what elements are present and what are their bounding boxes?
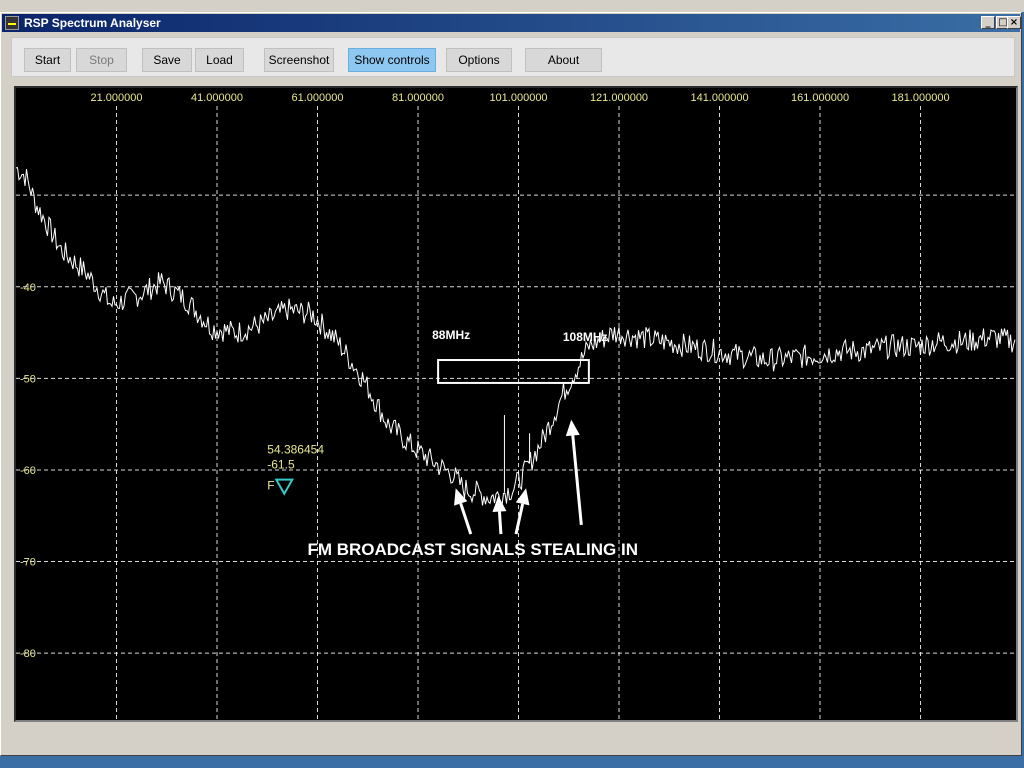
label-108mhz: 108MHz (563, 330, 608, 344)
y-tick-label: -80 (20, 648, 36, 660)
fm-band-box (437, 359, 590, 384)
marker-level: -61.5 (267, 458, 295, 472)
save-button[interactable]: Save (142, 48, 192, 72)
y-tick-label: -60 (20, 465, 36, 477)
x-tick-label: 81.000000 (392, 92, 444, 104)
x-tick-label: 61.000000 (292, 92, 344, 104)
annotation-caption: FM BROADCAST SIGNALS STEALING IN (307, 540, 638, 559)
desktop-taskbar-strip (0, 0, 1024, 12)
app-icon (5, 16, 19, 30)
options-button[interactable]: Options (446, 48, 512, 72)
screenshot-button[interactable]: Screenshot (264, 48, 334, 72)
marker-triangle-icon (274, 478, 294, 496)
spectrum-trace (16, 167, 1016, 507)
x-tick-label: 161.000000 (791, 92, 849, 104)
title-bar[interactable]: RSP Spectrum Analyser _ □ × (2, 14, 1021, 32)
marker-flag: F (267, 479, 274, 493)
annotation-arrowhead (515, 488, 530, 506)
minimize-button[interactable]: _ (981, 16, 995, 29)
annotation-arrow (571, 435, 583, 526)
start-button[interactable]: Start (24, 48, 71, 72)
spectrum-plot[interactable]: 21.000000 41.000000 61.000000 81.000000 101.… (14, 86, 1018, 722)
stop-button[interactable]: Stop (76, 48, 127, 72)
x-tick-label: 101.000000 (489, 92, 547, 104)
x-tick-label: 21.000000 (91, 92, 143, 104)
x-tick-label: 41.000000 (191, 92, 243, 104)
window-title: RSP Spectrum Analyser (24, 16, 161, 30)
show-controls-button[interactable]: Show controls (348, 48, 436, 72)
annotation-arrowhead (565, 419, 580, 437)
y-tick-label: -70 (20, 557, 36, 569)
annotation-arrow (514, 503, 525, 535)
close-button[interactable]: × (1007, 16, 1021, 29)
y-tick-label: -50 (20, 373, 36, 385)
annotation-arrow (497, 511, 503, 535)
annotation-arrowhead (492, 495, 507, 513)
status-bar (2, 724, 1020, 754)
label-88mhz: 88MHz (432, 328, 470, 342)
marker-frequency: 54.386454 (267, 443, 324, 457)
spectrum-chart[interactable]: 21.000000 41.000000 61.000000 81.000000 101.… (16, 88, 1016, 720)
about-button[interactable]: About (525, 48, 602, 72)
x-tick-label: 141.000000 (690, 92, 748, 104)
app-window: RSP Spectrum Analyser _ □ × Start Stop S… (0, 12, 1022, 756)
x-tick-label: 121.000000 (590, 92, 648, 104)
load-button[interactable]: Load (195, 48, 244, 72)
y-tick-label: -40 (20, 282, 36, 294)
annotation-arrow (459, 502, 473, 535)
x-tick-label: 181.000000 (891, 92, 949, 104)
toolbar: Start Stop Save Load Screenshot Show con… (11, 37, 1015, 77)
